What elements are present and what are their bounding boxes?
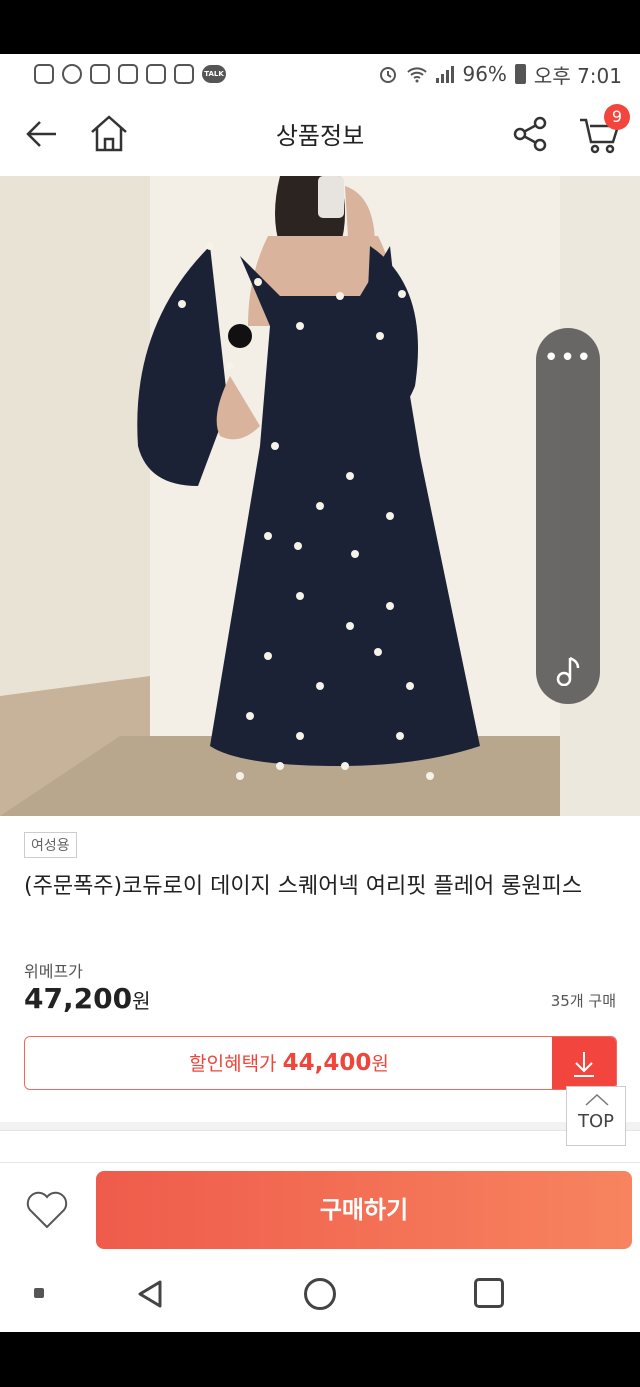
discount-coupon-box[interactable]: 할인혜택가 44,400원 — [24, 1036, 617, 1090]
bottom-action-bar: 구매하기 — [0, 1162, 640, 1260]
chevron-up-icon — [567, 1087, 625, 1111]
nav-back-icon[interactable] — [134, 1278, 166, 1310]
instagram-icon — [118, 64, 138, 84]
alarm-icon — [380, 67, 397, 83]
nav-home-icon[interactable] — [304, 1278, 336, 1310]
scroll-to-top-button[interactable]: TOP — [566, 1086, 626, 1146]
product-info: 여성용 (주문폭주)코듀로이 데이지 스퀘어넥 여리핏 플레어 롱원피스 위메프… — [0, 816, 640, 1122]
wishlist-heart-icon[interactable] — [24, 1187, 70, 1233]
instagram-icon — [174, 64, 194, 84]
purchase-count: 35개 구매 — [550, 992, 616, 1010]
kakaotalk-icon: TALK — [202, 65, 226, 83]
category-tag: 여성용 — [24, 832, 77, 858]
discount-text: 할인혜택가 44,400원 — [25, 1037, 553, 1089]
floating-panel[interactable]: ••• — [536, 328, 600, 704]
app-header: 상품정보 — [0, 94, 640, 176]
discount-unit: 원 — [371, 1053, 389, 1075]
section-divider — [0, 1122, 640, 1162]
top-black-bar — [0, 0, 640, 54]
nav-recent-apps-icon[interactable] — [474, 1278, 504, 1308]
signal-icon — [436, 65, 455, 83]
music-note-icon[interactable] — [556, 656, 582, 686]
section-divider-inner — [0, 1130, 640, 1162]
download-icon — [574, 1052, 594, 1077]
status-bar: TALK 96% 오후 7:01 — [0, 54, 640, 94]
system-status: 96% 오후 7:01 — [378, 60, 622, 89]
android-nav-bar — [0, 1260, 640, 1332]
shield-icon — [62, 64, 82, 84]
wifi-icon — [407, 67, 428, 83]
price-value: 47,200 — [24, 982, 133, 1015]
product-title: (주문폭주)코듀로이 데이지 스퀘어넥 여리핏 플레어 롱원피스 — [24, 874, 583, 899]
gallery-icon — [34, 64, 54, 84]
cart-count-badge: 9 — [604, 104, 630, 130]
price-unit: 원 — [132, 989, 151, 1013]
app-icon — [90, 64, 110, 84]
top-label: TOP — [577, 1111, 615, 1132]
notification-icons: TALK — [34, 64, 226, 84]
share-icon[interactable] — [510, 114, 550, 154]
discount-label: 할인혜택가 — [189, 1053, 277, 1075]
price: 47,200원 — [24, 982, 150, 1015]
more-options-icon[interactable]: ••• — [536, 345, 600, 371]
coupon-download-button[interactable] — [552, 1037, 616, 1089]
instagram-icon — [146, 64, 166, 84]
bottom-black-bar — [0, 1332, 640, 1387]
battery-icon — [514, 64, 526, 84]
discount-price: 44,400 — [282, 1050, 372, 1076]
battery-percent: 96% — [462, 62, 507, 86]
price-label: 위메프가 — [24, 962, 83, 981]
clock: 오후 7:01 — [533, 63, 622, 88]
nav-menu-dot[interactable] — [34, 1288, 44, 1298]
buy-button[interactable]: 구매하기 — [96, 1171, 632, 1249]
